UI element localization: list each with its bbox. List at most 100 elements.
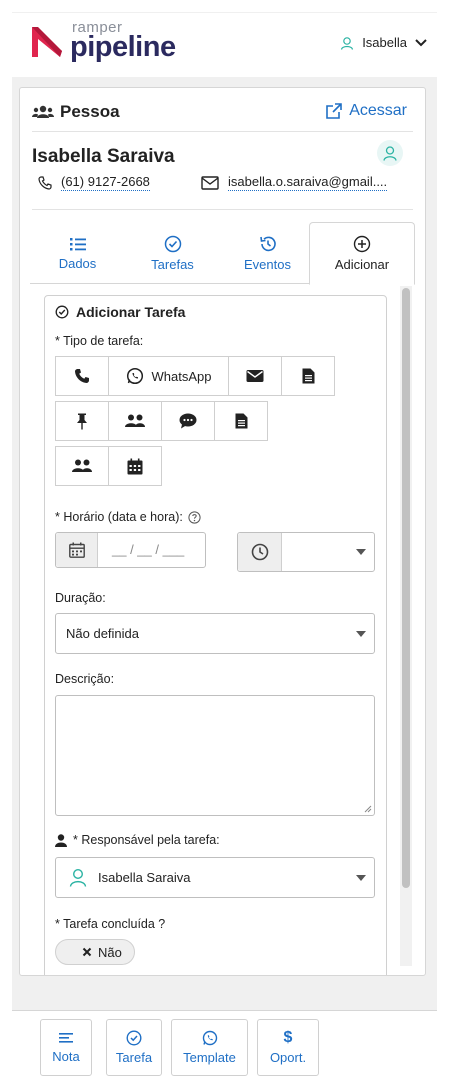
- phone-icon: [74, 368, 90, 384]
- chevron-down-icon: [415, 38, 427, 47]
- opportunity-button[interactable]: $ Oport.: [257, 1019, 319, 1076]
- tab-eventos[interactable]: Eventos: [220, 222, 315, 284]
- plus-circle-icon: [353, 235, 371, 253]
- calendar-icon: [68, 542, 85, 558]
- done-label: * Tarefa concluída ?: [55, 917, 166, 931]
- datetime-label: * Horário (data e hora):: [55, 510, 201, 524]
- email-contact[interactable]: isabella.o.saraiva@gmail....: [201, 174, 388, 191]
- task-type-whatsapp[interactable]: WhatsApp: [108, 356, 229, 396]
- user-menu[interactable]: Isabella: [340, 35, 427, 50]
- whatsapp-icon: [126, 367, 144, 385]
- person-panel: Pessoa Acessar Isabella Saraiva (61) 912…: [19, 87, 426, 976]
- template-button[interactable]: Template: [171, 1019, 248, 1076]
- responsible-value: Isabella Saraiva: [98, 870, 191, 885]
- description-textarea[interactable]: [55, 695, 375, 816]
- user-name: Isabella: [362, 35, 407, 50]
- done-value: Não: [98, 944, 122, 960]
- caret-down-icon: [356, 874, 366, 881]
- scrollbar[interactable]: [400, 286, 412, 966]
- whatsapp-icon: [202, 1030, 218, 1046]
- card-title: Adicionar Tarefa: [55, 304, 185, 320]
- scrollbar-thumb[interactable]: [402, 288, 410, 888]
- task-type-call[interactable]: [55, 356, 109, 396]
- responsible-label: * Responsável pela tarefa:: [55, 833, 220, 847]
- check-circle-icon: [126, 1030, 142, 1046]
- access-label: Acessar: [349, 102, 407, 119]
- tab-dados[interactable]: Dados: [30, 222, 125, 284]
- caret-down-icon: [356, 549, 366, 555]
- tab-label: Tarefas: [151, 256, 194, 272]
- file-icon: [302, 368, 315, 384]
- task-type-meeting[interactable]: [108, 401, 162, 441]
- envelope-icon: [201, 175, 219, 190]
- responsible-select[interactable]: Isabella Saraiva: [55, 857, 375, 898]
- person-avatar-icon: [377, 140, 403, 166]
- tab-label: Eventos: [244, 256, 291, 272]
- app-header: ramper pipeline Isabella: [12, 13, 437, 77]
- history-icon: [259, 235, 277, 253]
- check-circle-icon: [164, 235, 182, 253]
- caret-down-icon: [356, 630, 366, 637]
- user-avatar-icon: [340, 36, 354, 50]
- phone-icon: [38, 175, 52, 190]
- user-icon: [55, 833, 67, 847]
- close-icon: [82, 947, 92, 957]
- task-type-label: * Tipo de tarefa:: [55, 334, 144, 348]
- resize-handle-icon[interactable]: [364, 805, 372, 813]
- tab-bar: Dados Tarefas Eventos Adicionar: [30, 222, 415, 285]
- task-type-file[interactable]: [214, 401, 268, 441]
- card-title-text: Adicionar Tarefa: [76, 304, 186, 320]
- duration-label: Duração:: [55, 591, 106, 605]
- users-icon: [124, 414, 146, 428]
- thumbtack-icon: [76, 413, 88, 430]
- date-addon: [56, 533, 98, 567]
- divider: [32, 209, 413, 210]
- datetime-label-text: * Horário (data e hora):: [55, 510, 183, 524]
- bottom-label: Tarefa: [115, 1050, 153, 1065]
- time-addon: [238, 533, 282, 571]
- person-name: Isabella Saraiva: [32, 146, 175, 167]
- time-select[interactable]: [237, 532, 375, 572]
- bottom-action-bar: Nota Tarefa Template $ Oport.: [12, 1010, 437, 1087]
- task-type-message[interactable]: [161, 401, 215, 441]
- whatsapp-label: WhatsApp: [151, 368, 212, 384]
- access-button[interactable]: Acessar: [325, 102, 407, 120]
- phone-number: (61) 9127-2668: [61, 174, 150, 191]
- clock-icon: [251, 543, 269, 561]
- users-icon: [71, 459, 93, 473]
- logo-text-big: pipeline: [70, 31, 176, 63]
- tab-tarefas[interactable]: Tarefas: [125, 222, 220, 284]
- question-circle-icon[interactable]: [188, 510, 201, 524]
- date-placeholder: __ / __ / ___: [112, 542, 185, 557]
- panel-header: Pessoa Acessar: [32, 100, 413, 132]
- external-link-icon: [325, 102, 343, 120]
- check-circle-icon: [55, 305, 69, 319]
- date-input[interactable]: __ / __ / ___: [55, 532, 206, 568]
- add-task-button[interactable]: Tarefa: [106, 1019, 162, 1076]
- task-type-email[interactable]: [228, 356, 282, 396]
- add-note-button[interactable]: Nota: [40, 1019, 92, 1076]
- email-address: isabella.o.saraiva@gmail....: [228, 174, 388, 191]
- user-avatar-icon: [68, 867, 88, 887]
- task-type-document[interactable]: [281, 356, 335, 396]
- task-type-pin[interactable]: [55, 401, 109, 441]
- responsible-label-text: * Responsável pela tarefa:: [73, 833, 220, 847]
- list-icon: [69, 236, 87, 252]
- tab-adicionar[interactable]: Adicionar: [309, 222, 415, 285]
- add-task-card: Adicionar Tarefa * Tipo de tarefa: Whats…: [44, 295, 387, 975]
- duration-select[interactable]: Não definida: [55, 613, 375, 654]
- bottom-label: Nota: [52, 1048, 80, 1064]
- task-type-group[interactable]: [55, 446, 109, 486]
- tab-label: Dados: [58, 255, 97, 271]
- bottom-label: Template: [183, 1050, 236, 1065]
- panel-title-text: Pessoa: [60, 102, 120, 121]
- task-type-calendar[interactable]: [108, 446, 162, 486]
- phone-contact[interactable]: (61) 9127-2668: [38, 174, 150, 191]
- bottom-label: Oport.: [269, 1050, 307, 1065]
- envelope-icon: [246, 369, 264, 383]
- note-icon: [59, 1032, 73, 1045]
- users-icon: [32, 105, 54, 119]
- done-toggle[interactable]: Não: [55, 939, 135, 965]
- calendar-icon: [127, 458, 143, 475]
- duration-value: Não definida: [66, 626, 139, 641]
